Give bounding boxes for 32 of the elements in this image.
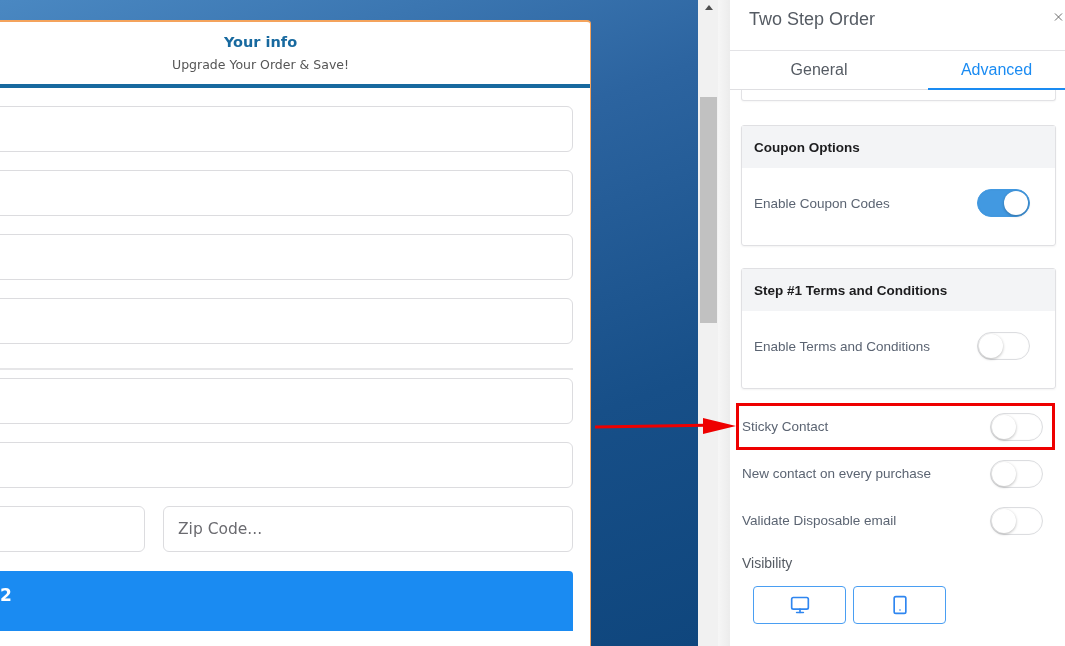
device-button[interactable]	[753, 586, 846, 624]
input-field[interactable]	[0, 378, 573, 424]
arrow-icon	[595, 418, 736, 434]
input-field[interactable]	[0, 234, 573, 280]
tab[interactable]: General	[730, 51, 928, 90]
option-label: New contact on every purchase	[742, 466, 932, 481]
scroll-up-icon[interactable]	[705, 5, 713, 10]
close-icon	[1052, 10, 1065, 24]
panel-title: Two Step Order	[749, 8, 876, 30]
input-field[interactable]	[0, 106, 573, 152]
option-label: Enable Coupon Codes	[754, 195, 890, 211]
input-field[interactable]: Zip Code...	[163, 506, 573, 552]
visibility-label: Visibility	[742, 554, 793, 572]
scrollbar-track[interactable]	[698, 0, 718, 646]
close-button[interactable]	[1052, 10, 1065, 24]
section-title: Coupon Options	[742, 126, 1055, 168]
toggle-switch[interactable]	[977, 189, 1030, 217]
input-field[interactable]	[0, 442, 573, 488]
card-subtitle: Upgrade Your Order & Save!	[172, 56, 349, 74]
input-field[interactable]	[0, 298, 573, 344]
device-button[interactable]	[853, 586, 946, 624]
next-step-button[interactable]: 2	[0, 571, 573, 631]
input-field[interactable]	[0, 506, 145, 552]
card-title: Your info	[223, 33, 298, 52]
section-title: Step #1 Terms and Conditions	[742, 269, 1055, 311]
scrollbar-thumb[interactable]	[700, 97, 717, 323]
input-field[interactable]	[0, 170, 573, 216]
option-label: Validate Disposable email	[742, 513, 897, 528]
option-label: Sticky Contact	[742, 419, 829, 434]
option-label: Enable Terms and Conditions	[754, 338, 931, 354]
tab[interactable]: Advanced	[928, 51, 1065, 90]
monitor-icon	[789, 595, 810, 615]
